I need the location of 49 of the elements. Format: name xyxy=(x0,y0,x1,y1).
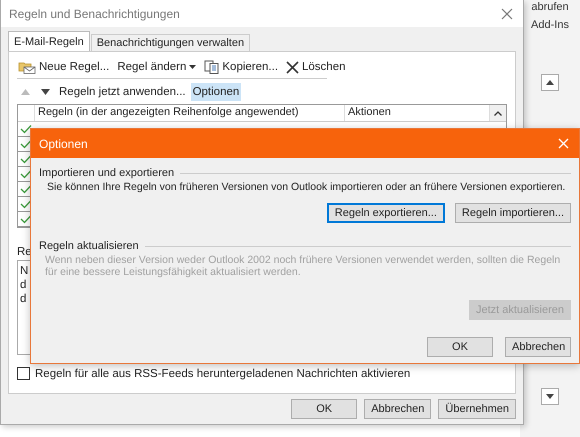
window-title: Optionen xyxy=(39,136,88,150)
ribbon-label[interactable]: abrufen xyxy=(531,0,569,18)
dialog-button[interactable]: OK xyxy=(427,337,493,357)
up-arrow-icon xyxy=(21,89,30,95)
toolbar-button[interactable]: Kopieren... xyxy=(203,60,280,74)
check-icon xyxy=(20,154,32,164)
tab[interactable]: E-Mail-Regeln xyxy=(8,31,90,51)
dialog-button[interactable]: Regeln exportieren... xyxy=(326,203,445,223)
ribbon-label[interactable]: Add-Ins xyxy=(531,18,569,36)
check-icon xyxy=(20,199,32,209)
check-icon xyxy=(20,139,32,149)
toolbar-button[interactable]: Regeln jetzt anwenden... xyxy=(57,83,188,101)
dialog-button[interactable]: Abbrechen xyxy=(364,399,432,419)
dialog-button[interactable]: Übernehmen xyxy=(438,399,516,419)
check-icon xyxy=(20,214,32,224)
description-text: d xyxy=(20,292,26,306)
dialog-button[interactable]: OK xyxy=(291,399,358,419)
scroll-down-button[interactable] xyxy=(541,388,559,405)
group-heading: Regeln aktualisieren xyxy=(39,240,139,252)
dialog-button[interactable]: Regeln importieren... xyxy=(454,203,571,223)
check-icon xyxy=(20,124,32,134)
copy-icon xyxy=(204,60,220,74)
dialog-button[interactable]: Abbrechen xyxy=(505,337,571,357)
column-header[interactable]: Regeln (in der angezeigten Reihenfolge angewendet) xyxy=(35,105,345,121)
up-arrow-icon xyxy=(546,80,554,85)
down-arrow-icon xyxy=(546,394,554,399)
checkbox[interactable] xyxy=(17,367,30,380)
toolbar-button[interactable]: Löschen xyxy=(285,60,346,74)
group-heading: Importieren und exportieren xyxy=(39,167,174,179)
caret-icon xyxy=(189,65,196,69)
scroll-up-button[interactable] xyxy=(490,105,506,121)
window-title: Regeln und Benachrichtigungen xyxy=(9,6,180,20)
toolbar-button[interactable]: Neue Regel... xyxy=(17,60,110,74)
check-icon xyxy=(20,169,32,179)
toolbar-button[interactable]: Regel ändern xyxy=(116,61,198,73)
toolbar-button[interactable]: Optionen xyxy=(190,83,242,101)
down-arrow-icon xyxy=(41,89,50,95)
folder-envelope-icon xyxy=(18,60,36,74)
tab[interactable]: Benachrichtigungen verwalten xyxy=(90,34,250,51)
close-icon[interactable] xyxy=(501,8,513,20)
description-text: N xyxy=(20,264,28,278)
description-text: Sie können Ihre Regeln von früheren Versionen von Outlook importieren oder an frühere Versionen exportieren. xyxy=(47,181,566,193)
checkbox-label: Regeln für alle aus RSS-Feeds heruntergeladenen Nachrichten aktivieren xyxy=(35,368,410,380)
scroll-up-button[interactable] xyxy=(541,74,559,91)
checkbox[interactable] xyxy=(19,122,33,136)
description-text: Wenn neben dieser Version weder Outlook 2002 noch frühere Versionen verwendet werden, sollten die Regeln für eine bessere Leistungsfähigkeit aktualisiert werden. xyxy=(45,254,562,278)
delete-icon xyxy=(286,60,300,74)
check-icon xyxy=(20,184,32,194)
description-text: d xyxy=(20,278,26,292)
